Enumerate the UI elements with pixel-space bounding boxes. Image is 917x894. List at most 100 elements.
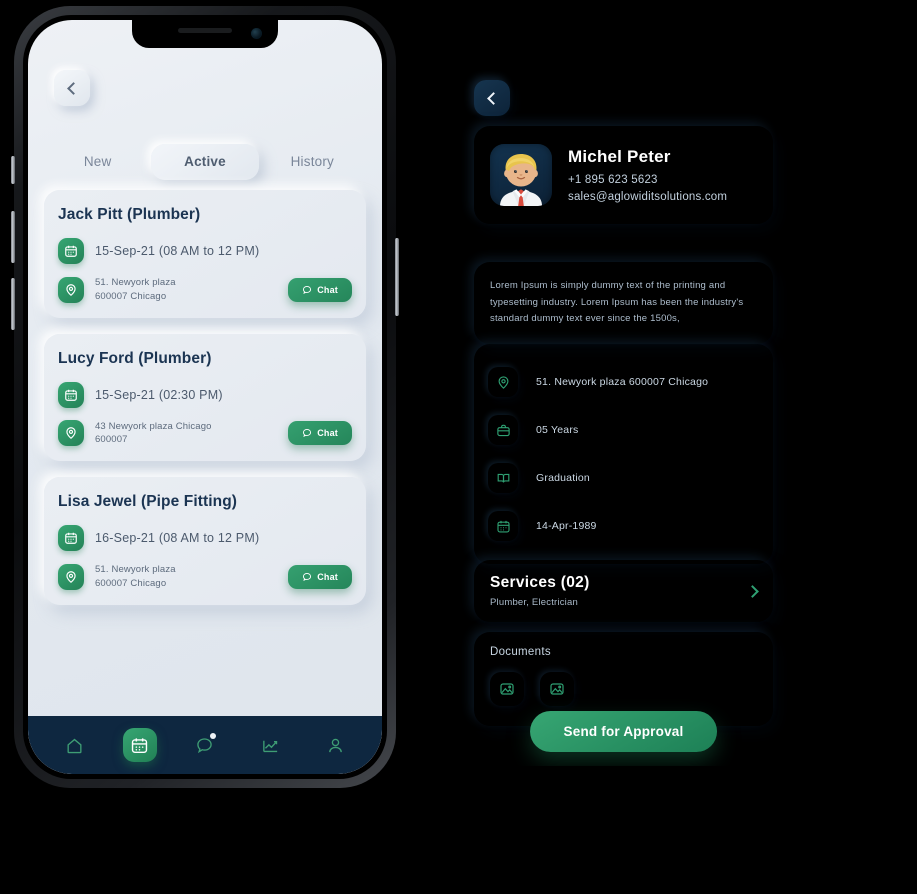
documents-thumbnails (490, 672, 757, 706)
job-date-row: 16-Sep-21 (08 AM to 12 PM) (58, 525, 352, 552)
profile-card: Michel Peter +1 895 623 5623 sales@aglow… (474, 126, 773, 224)
chat-bubble-icon (303, 429, 312, 438)
job-address: 51. Newyork plaza 600007 Chicago (95, 563, 176, 591)
earpiece-speaker-icon (178, 28, 232, 33)
job-address-row: 51. Newyork plaza 600007 Chicago Chat (58, 563, 352, 591)
bottom-navigation-bar (28, 716, 382, 774)
services-info: Services (02) Plumber, Electrician (490, 574, 590, 608)
calendar-icon (58, 238, 84, 264)
profile-info: Michel Peter +1 895 623 5623 sales@aglow… (568, 147, 727, 203)
job-title: Lisa Jewel (Pipe Fitting) (58, 493, 238, 511)
job-address-line2: 600007 Chicago (95, 577, 167, 589)
detail-text: 05 Years (536, 424, 579, 436)
services-subtitle: Plumber, Electrician (490, 597, 578, 608)
job-date-row: 15-Sep-21 (08 AM to 12 PM) (58, 238, 352, 264)
location-pin-icon (58, 563, 84, 590)
calendar-icon (58, 525, 84, 552)
detail-text: 51. Newyork plaza 600007 Chicago (536, 376, 709, 388)
job-date: 16-Sep-21 (08 AM to 12 PM) (95, 531, 260, 546)
document-thumbnail[interactable] (540, 672, 574, 706)
tab-new[interactable]: New (44, 144, 151, 180)
documents-title: Documents (490, 646, 551, 658)
front-camera-icon (251, 28, 262, 39)
detail-text: Graduation (536, 472, 590, 484)
detail-row-birthdate: 14-Apr-1989 (488, 502, 759, 550)
job-card[interactable]: Lisa Jewel (Pipe Fitting) 16-Sep-21 (08 … (44, 477, 366, 605)
back-button[interactable] (54, 70, 90, 106)
tab-active[interactable]: Active (151, 144, 259, 180)
job-address-line1: 51. Newyork plaza (95, 564, 176, 576)
home-icon (67, 738, 82, 753)
job-card[interactable]: Lucy Ford (Plumber) 15-Sep-21 (02:30 PM)… (44, 333, 366, 462)
nav-item-chat[interactable] (188, 728, 222, 762)
job-address-line2: 600007 (95, 434, 128, 446)
left-phone-mockup: New Active History Jack Pitt (Plumber) 1… (11, 6, 399, 788)
screenshot-stage: New Active History Jack Pitt (Plumber) 1… (0, 0, 917, 894)
job-address-row: 43 Newyork plaza Chicago 600007 Chat (58, 420, 352, 448)
profile-phone[interactable]: +1 895 623 5623 (568, 174, 727, 186)
left-screen-content: New Active History Jack Pitt (Plumber) 1… (28, 20, 382, 774)
document-thumbnail[interactable] (490, 672, 524, 706)
job-address-line1: 43 Newyork plaza Chicago (95, 420, 212, 432)
nav-item-home[interactable] (58, 728, 92, 762)
phone-mute-switch (11, 156, 15, 184)
chat-button[interactable]: Chat (288, 564, 352, 589)
briefcase-icon (488, 415, 518, 445)
chat-button-label: Chat (317, 428, 338, 439)
job-date: 15-Sep-21 (08 AM to 12 PM) (95, 244, 260, 258)
location-pin-icon (58, 276, 84, 303)
analytics-chart-icon (262, 740, 277, 752)
job-date-row: 15-Sep-21 (02:30 PM) (58, 381, 352, 408)
chat-button[interactable]: Chat (288, 421, 352, 446)
calendar-icon (488, 511, 518, 541)
avatar (490, 144, 552, 206)
phone-notch (557, 26, 690, 52)
location-pin-icon (58, 420, 84, 447)
detail-row-experience: 05 Years (488, 406, 759, 454)
chevron-right-icon[interactable] (746, 584, 759, 598)
about-text: Lorem Ipsum is simply dummy text of the … (490, 280, 744, 325)
nav-item-analytics[interactable] (253, 728, 287, 762)
right-screen-content: Michel Peter +1 895 623 5623 sales@aglow… (452, 26, 795, 766)
detail-text: 14-Apr-1989 (536, 520, 597, 532)
location-pin-icon (488, 367, 518, 397)
tab-history[interactable]: History (259, 144, 366, 180)
services-title: Services (02) (490, 574, 590, 591)
image-placeholder-icon (500, 683, 514, 695)
profile-name: Michel Peter (568, 147, 671, 166)
profile-email[interactable]: sales@aglowiditsolutions.com (568, 191, 727, 203)
calendar-icon (58, 381, 84, 408)
send-for-approval-button[interactable]: Send for Approval (529, 711, 718, 752)
back-button[interactable] (474, 80, 510, 116)
nav-item-calendar[interactable] (122, 728, 157, 762)
left-phone-bezel: New Active History Jack Pitt (Plumber) 1… (23, 15, 387, 779)
detail-row-address: 51. Newyork plaza 600007 Chicago (488, 358, 759, 406)
job-address-line2: 600007 Chicago (95, 290, 167, 302)
calendar-icon (132, 737, 148, 753)
job-address: 43 Newyork plaza Chicago 600007 (95, 420, 212, 448)
chat-button[interactable]: Chat (288, 277, 352, 302)
services-card[interactable]: Services (02) Plumber, Electrician (474, 560, 773, 622)
about-card: Lorem Ipsum is simply dummy text of the … (474, 262, 773, 344)
chevron-left-icon (67, 81, 80, 95)
phone-power-button (395, 238, 399, 316)
detail-row-education: Graduation (488, 454, 759, 502)
nav-item-profile[interactable] (318, 728, 352, 762)
job-address-row: 51. Newyork plaza 600007 Chicago Chat (58, 276, 352, 304)
job-date: 15-Sep-21 (02:30 PM) (95, 387, 223, 402)
phone-volume-up-button (11, 211, 15, 263)
notification-badge (209, 733, 216, 739)
left-phone-screen: New Active History Jack Pitt (Plumber) 1… (28, 20, 382, 774)
job-card-list: Jack Pitt (Plumber) 15-Sep-21 (08 AM to … (44, 190, 366, 621)
job-title: Lucy Ford (Plumber) (58, 349, 212, 367)
phone-notch (132, 20, 278, 48)
job-address-line1: 51. Newyork plaza (95, 277, 176, 288)
job-status-tabs: New Active History (44, 142, 366, 182)
book-icon (488, 463, 518, 493)
user-profile-icon (328, 738, 342, 752)
chevron-left-icon (487, 91, 500, 105)
job-card[interactable]: Jack Pitt (Plumber) 15-Sep-21 (08 AM to … (44, 190, 366, 318)
chat-bubble-icon (303, 572, 312, 581)
phone-volume-down-button (11, 278, 15, 330)
chat-button-label: Chat (317, 571, 338, 582)
